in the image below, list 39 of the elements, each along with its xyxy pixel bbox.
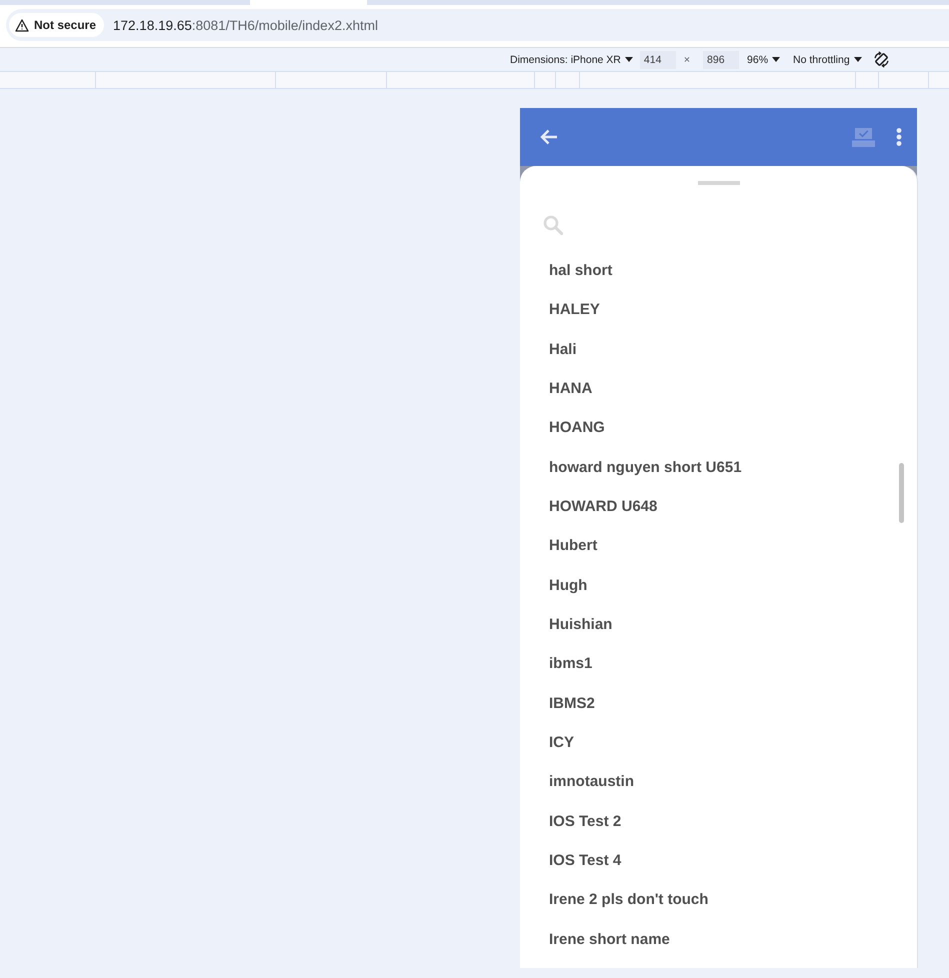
width-field[interactable]: 414	[640, 50, 676, 68]
rotate-icon[interactable]	[872, 51, 890, 68]
more-icon[interactable]	[895, 128, 903, 146]
scrollbar-thumb[interactable]	[899, 463, 904, 523]
list-item[interactable]: howard nguyen short U651	[520, 448, 917, 487]
device-dropdown[interactable]: Dimensions: iPhone XR	[510, 54, 633, 66]
security-chip[interactable]: Not secure	[9, 13, 104, 37]
url-host: 172.18.19.65	[113, 18, 192, 32]
caret-icon	[624, 57, 633, 62]
url-path: :8081/TH6/mobile/index2.xhtml	[192, 18, 378, 32]
throttling-dropdown[interactable]: No throttling	[793, 54, 862, 66]
list-item[interactable]: ibms1	[520, 644, 917, 684]
list-item[interactable]: HALEY	[520, 290, 917, 330]
height-field[interactable]: 896	[703, 50, 740, 68]
caret-icon	[772, 57, 780, 62]
zoom-dropdown[interactable]: 96%	[747, 54, 780, 66]
list-item[interactable]: hal short	[520, 251, 917, 290]
list-item[interactable]: Huishian	[520, 604, 917, 644]
drag-handle[interactable]	[698, 181, 740, 185]
search-icon	[543, 215, 563, 235]
list-item[interactable]: Hugh	[520, 566, 917, 605]
list-item[interactable]: Irene 2 pls don't touch	[520, 880, 917, 920]
warning-icon	[15, 18, 29, 32]
list-item[interactable]: Hali	[520, 330, 917, 369]
list-item[interactable]: HOWARD U648	[520, 486, 917, 526]
list-item[interactable]: ICY	[520, 722, 917, 762]
times-sign: ×	[684, 54, 690, 66]
list-item[interactable]: HOANG	[520, 408, 917, 448]
list-item[interactable]: imnotaustin	[520, 762, 917, 802]
address-bar[interactable]: Not secure 172.18.19.65:8081/TH6/mobile/index2.xhtml	[6, 9, 949, 41]
browser-tab[interactable]	[250, 0, 367, 5]
back-icon[interactable]	[540, 129, 558, 145]
list-item[interactable]: IOS Test 4	[520, 840, 917, 880]
list-item[interactable]: IBMS2	[520, 684, 917, 723]
list-item[interactable]: HANA	[520, 368, 917, 408]
caret-icon	[854, 57, 862, 62]
list-item[interactable]: IOS Test 2	[520, 802, 917, 841]
list-item[interactable]: Hubert	[520, 526, 917, 566]
list-item[interactable]: Irene short name	[520, 920, 917, 959]
